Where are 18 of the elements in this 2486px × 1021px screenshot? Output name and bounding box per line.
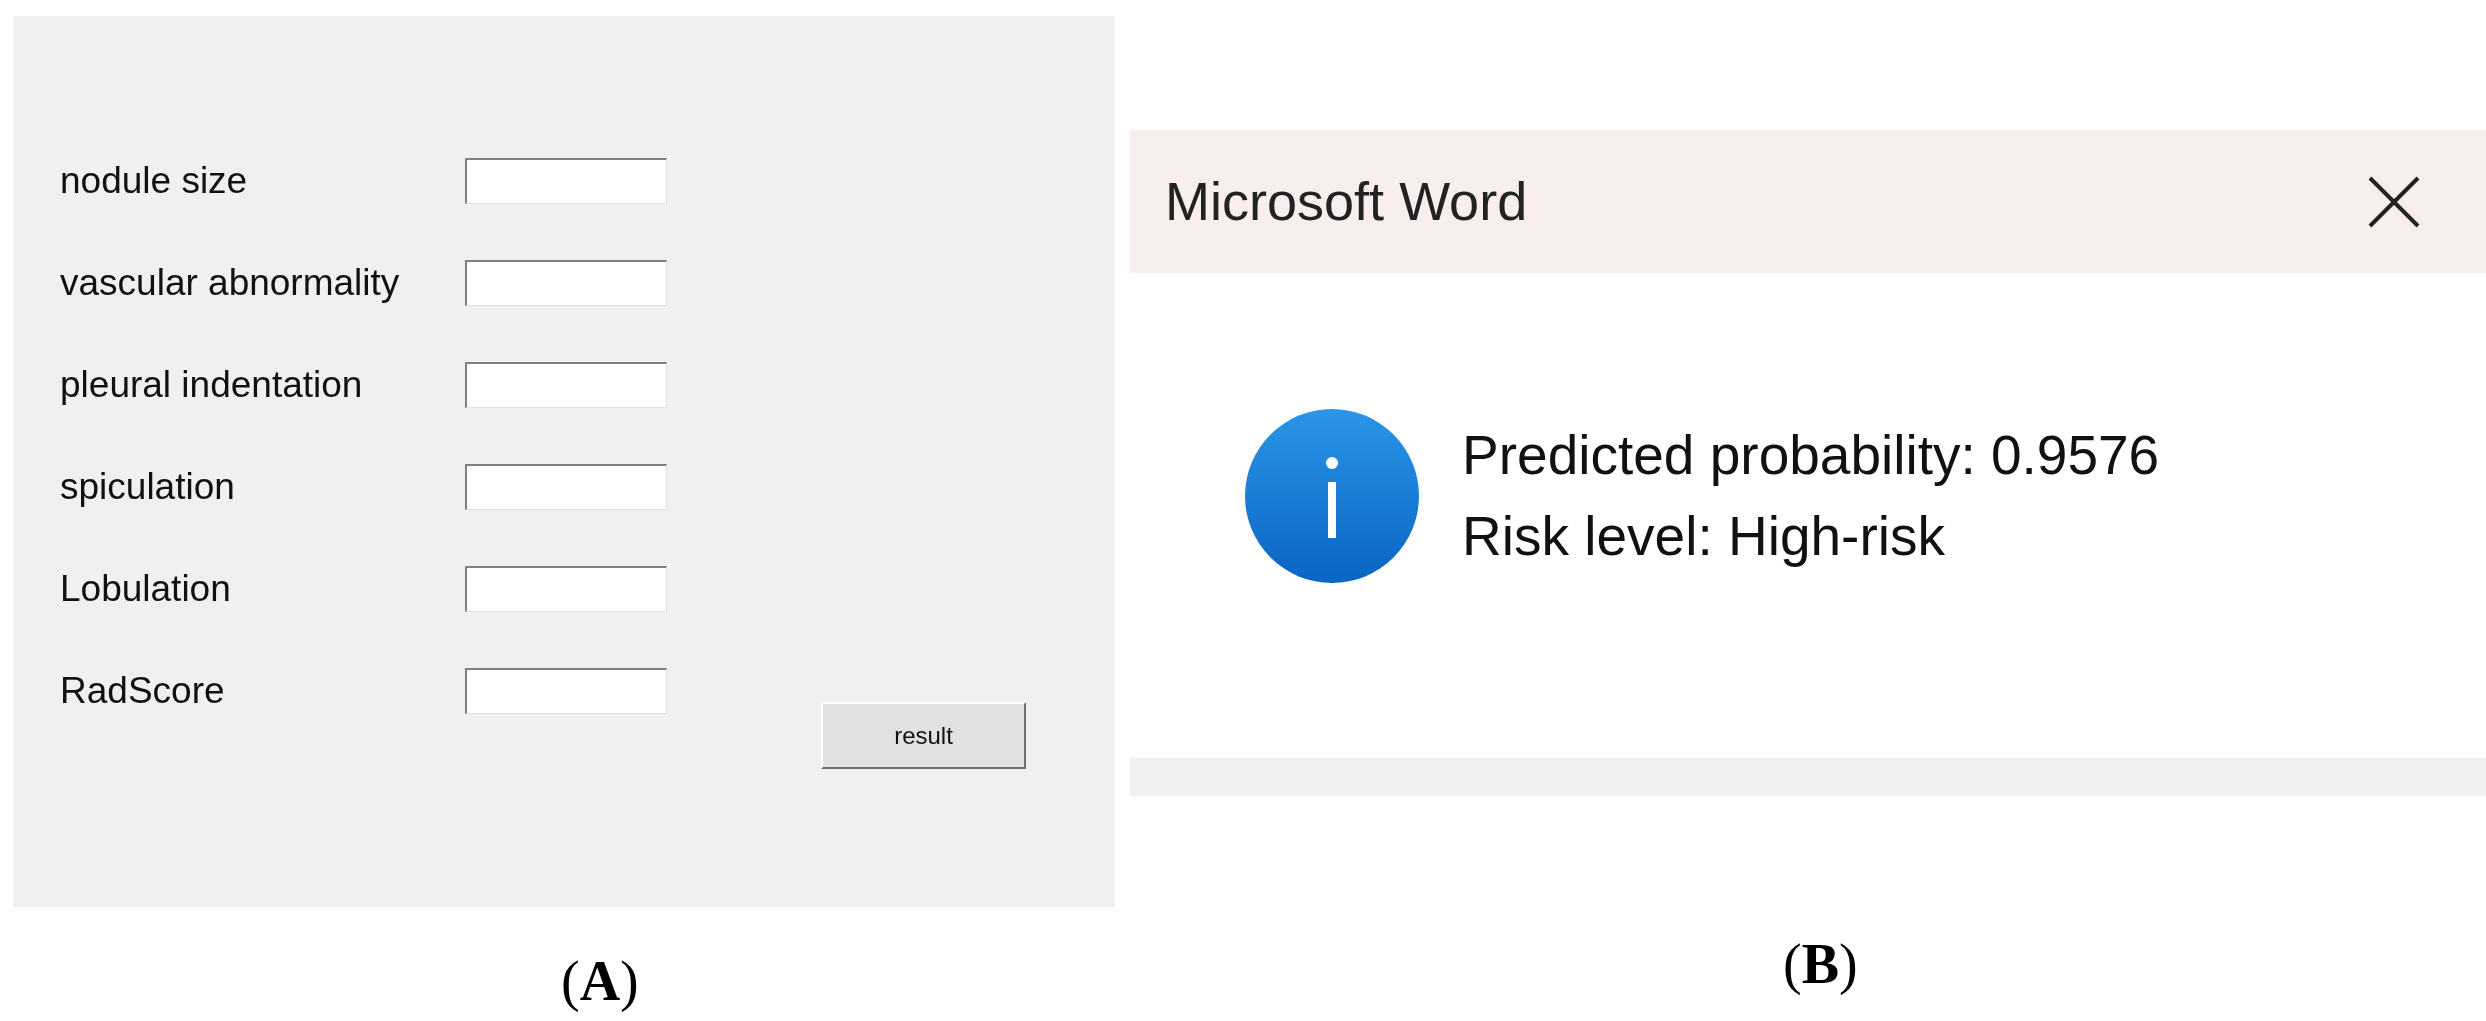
field-label: nodule size	[60, 159, 249, 204]
message-text: Risk level: High-risk	[1462, 503, 1946, 569]
info-icon	[1244, 407, 1421, 584]
input-field[interactable]	[465, 566, 667, 612]
field-label: spiculation	[60, 465, 236, 510]
field-label: vascular abnormality	[60, 261, 401, 306]
input-field[interactable]	[465, 464, 667, 510]
close-icon[interactable]	[2367, 174, 2421, 229]
input-field[interactable]	[465, 260, 667, 306]
input-field[interactable]	[465, 158, 667, 204]
input-field[interactable]	[465, 362, 667, 408]
input-field[interactable]	[465, 668, 667, 714]
result-button[interactable]: result	[821, 702, 1026, 769]
field-label: pleural indentation	[60, 363, 364, 408]
field-label: Lobulation	[60, 567, 232, 612]
message-text: Predicted probability: 0.9576	[1462, 422, 2160, 488]
window-title: Microsoft Word	[1165, 170, 1528, 233]
field-label: RadScore	[60, 669, 226, 714]
